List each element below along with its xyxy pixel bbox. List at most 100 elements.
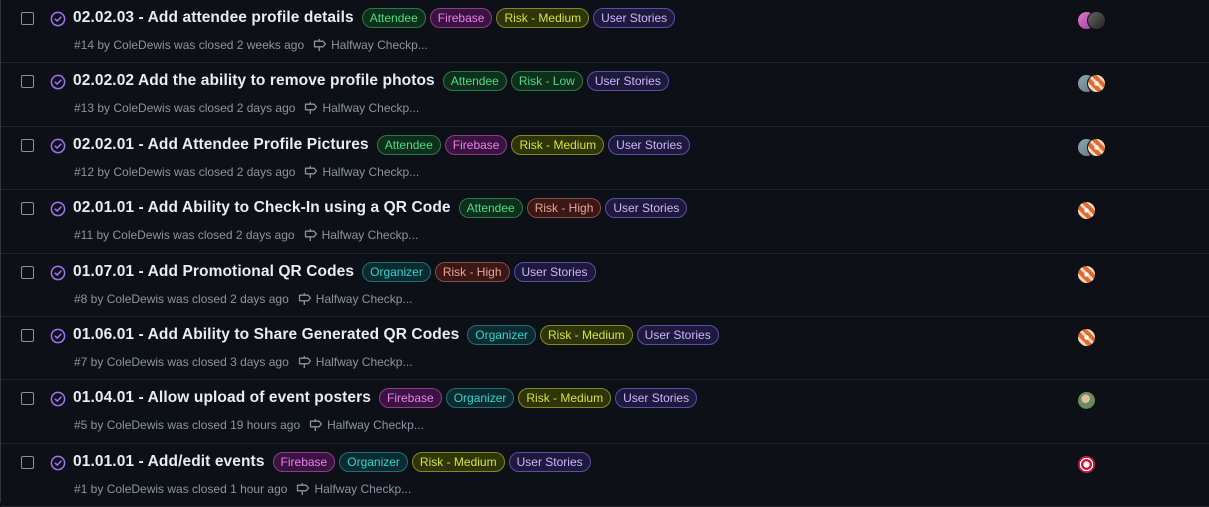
issue-row: 02.01.01 - Add Ability to Check-In using… — [1, 190, 1209, 254]
check-circle-icon — [50, 201, 66, 217]
label-user-stories[interactable]: User Stories — [615, 388, 698, 409]
avatar[interactable] — [1077, 454, 1096, 474]
label-risk-medium[interactable]: Risk - Medium — [511, 134, 605, 155]
issue-checkbox[interactable] — [21, 138, 34, 152]
label-firebase[interactable]: Firebase — [272, 451, 336, 472]
avatar[interactable] — [1077, 201, 1096, 221]
label-risk-low[interactable]: Risk - Low — [510, 71, 583, 92]
milestone-link[interactable]: Halfway Checkp... — [327, 418, 424, 432]
issue-row: 01.07.01 - Add Promotional QR Codes Orga… — [1, 254, 1209, 317]
milestone-link[interactable]: Halfway Checkp... — [331, 38, 428, 52]
milestone-link[interactable]: Halfway Checkp... — [314, 482, 411, 496]
label-risk-high[interactable]: Risk - High — [526, 198, 602, 219]
issue-labels: Attendee Firebase Risk - Medium User Storie… — [358, 8, 676, 28]
assignee-avatars — [1077, 454, 1096, 474]
check-circle-icon — [50, 265, 66, 280]
check-circle-icon — [50, 138, 66, 154]
issue-meta-text: #12 by ColeDewis was closed 2 days ago — [74, 164, 296, 179]
check-circle-icon — [50, 75, 66, 90]
label-attendee[interactable]: Attendee — [442, 71, 507, 92]
milestone-link[interactable]: Halfway Checkp... — [322, 165, 419, 179]
label-firebase[interactable]: Firebase — [379, 388, 442, 409]
issue-title-link[interactable]: 02.01.01 - Add Ability to Check-In using… — [73, 199, 451, 217]
issue-list: 02.02.03 - Add attendee profile details … — [0, 0, 1209, 507]
avatar[interactable] — [1077, 391, 1096, 411]
milestone-link[interactable]: Halfway Checkp... — [322, 101, 419, 115]
label-firebase[interactable]: Firebase — [444, 134, 508, 155]
avatar[interactable] — [1087, 137, 1106, 157]
label-attendee[interactable]: Attendee — [361, 8, 426, 28]
issue-row: 01.01.01 - Add/edit events Firebase Organ… — [1, 444, 1209, 507]
issue-meta-text: #13 by ColeDewis was closed 2 days ago — [74, 101, 296, 116]
issue-checkbox[interactable] — [21, 265, 34, 279]
milestone-link[interactable]: Halfway Checkp... — [316, 292, 413, 306]
issue-checkbox[interactable] — [21, 392, 34, 406]
issue-meta: #11 by ColeDewis was closed 2 days ago H… — [74, 228, 418, 242]
issue-title-link[interactable]: 01.07.01 - Add Promotional QR Codes — [73, 263, 354, 281]
issue-title-line: 01.07.01 - Add Promotional QR Codes Orga… — [73, 261, 596, 282]
milestone-icon — [305, 102, 318, 115]
label-user-stories[interactable]: User Stories — [513, 261, 596, 282]
label-organizer[interactable]: Organizer — [339, 451, 408, 472]
label-user-stories[interactable]: User Stories — [605, 198, 688, 219]
issue-labels: Organizer Risk - High User Stories — [358, 261, 596, 282]
issue-labels: Attendee Firebase Risk - Medium User Storie… — [373, 134, 691, 155]
issue-title-link[interactable]: 01.01.01 - Add/edit events — [73, 453, 265, 471]
label-risk-medium[interactable]: Risk - Medium — [411, 451, 505, 472]
issue-labels: Firebase Organizer Risk - Medium User Stori… — [269, 451, 591, 472]
issue-row: 01.04.01 - Allow upload of event posters… — [1, 380, 1209, 444]
issue-checkbox[interactable] — [21, 455, 34, 469]
issue-row: 02.02.01 - Add Attendee Profile Pictures… — [1, 127, 1209, 191]
label-organizer[interactable]: Organizer — [362, 261, 431, 282]
milestone-icon — [298, 292, 311, 305]
issue-checkbox[interactable] — [21, 12, 34, 25]
label-risk-high[interactable]: Risk - High — [434, 261, 510, 282]
issue-meta: #8 by ColeDewis was closed 2 days ago Ha… — [74, 292, 412, 306]
label-user-stories[interactable]: User Stories — [593, 8, 676, 28]
label-risk-medium[interactable]: Risk - Medium — [539, 324, 633, 345]
milestone-link[interactable]: Halfway Checkp... — [322, 228, 419, 242]
assignee-avatars — [1077, 327, 1096, 347]
assignee-avatars — [1077, 11, 1106, 30]
issue-checkbox[interactable] — [21, 328, 34, 342]
label-organizer[interactable]: Organizer — [467, 324, 536, 345]
label-attendee[interactable]: Attendee — [376, 134, 441, 155]
label-user-stories[interactable]: User Stories — [586, 71, 669, 92]
issue-title-line: 02.02.02 Add the ability to remove profi… — [73, 71, 669, 92]
label-attendee[interactable]: Attendee — [458, 198, 523, 219]
issue-meta: #1 by ColeDewis was closed 1 hour ago Ha… — [74, 482, 411, 496]
assignee-avatars — [1077, 391, 1096, 411]
avatar[interactable] — [1087, 74, 1106, 94]
issue-row: 01.06.01 - Add Ability to Share Generate… — [1, 317, 1209, 381]
issue-title-link[interactable]: 02.02.03 - Add attendee profile details — [73, 9, 354, 27]
milestone-icon — [309, 419, 323, 432]
issue-checkbox[interactable] — [21, 75, 34, 89]
issue-title-line: 01.04.01 - Allow upload of event posters… — [73, 388, 698, 409]
issue-labels: Attendee Risk - High User Stories — [455, 198, 688, 219]
issue-title-link[interactable]: 02.02.02 Add the ability to remove profi… — [73, 72, 435, 90]
avatar[interactable] — [1077, 264, 1096, 284]
milestone-link[interactable]: Halfway Checkp... — [316, 355, 413, 369]
milestone-icon — [298, 355, 311, 368]
issue-title-line: 01.06.01 - Add Ability to Share Generate… — [73, 324, 719, 345]
issue-meta: #5 by ColeDewis was closed 19 hours ago … — [74, 418, 424, 432]
avatar[interactable] — [1077, 327, 1096, 347]
issue-row: 02.02.03 - Add attendee profile details … — [1, 0, 1209, 64]
issue-meta-text: #7 by ColeDewis was closed 3 days ago — [74, 354, 289, 369]
issue-checkbox[interactable] — [21, 202, 34, 216]
assignee-avatars — [1077, 201, 1096, 221]
issue-meta-text: #1 by ColeDewis was closed 1 hour ago — [74, 481, 288, 496]
avatar[interactable] — [1087, 11, 1106, 30]
check-circle-icon — [50, 328, 66, 344]
label-user-stories[interactable]: User Stories — [608, 134, 691, 155]
label-user-stories[interactable]: User Stories — [508, 451, 591, 472]
label-user-stories[interactable]: User Stories — [636, 324, 719, 345]
label-firebase[interactable]: Firebase — [429, 8, 493, 28]
issue-title-link[interactable]: 01.06.01 - Add Ability to Share Generate… — [73, 326, 459, 344]
label-organizer[interactable]: Organizer — [445, 388, 515, 409]
check-circle-icon — [50, 11, 66, 27]
issue-title-link[interactable]: 01.04.01 - Allow upload of event posters — [73, 389, 371, 407]
issue-title-link[interactable]: 02.02.01 - Add Attendee Profile Pictures — [73, 136, 369, 154]
label-risk-medium[interactable]: Risk - Medium — [496, 8, 590, 28]
label-risk-medium[interactable]: Risk - Medium — [518, 388, 612, 409]
